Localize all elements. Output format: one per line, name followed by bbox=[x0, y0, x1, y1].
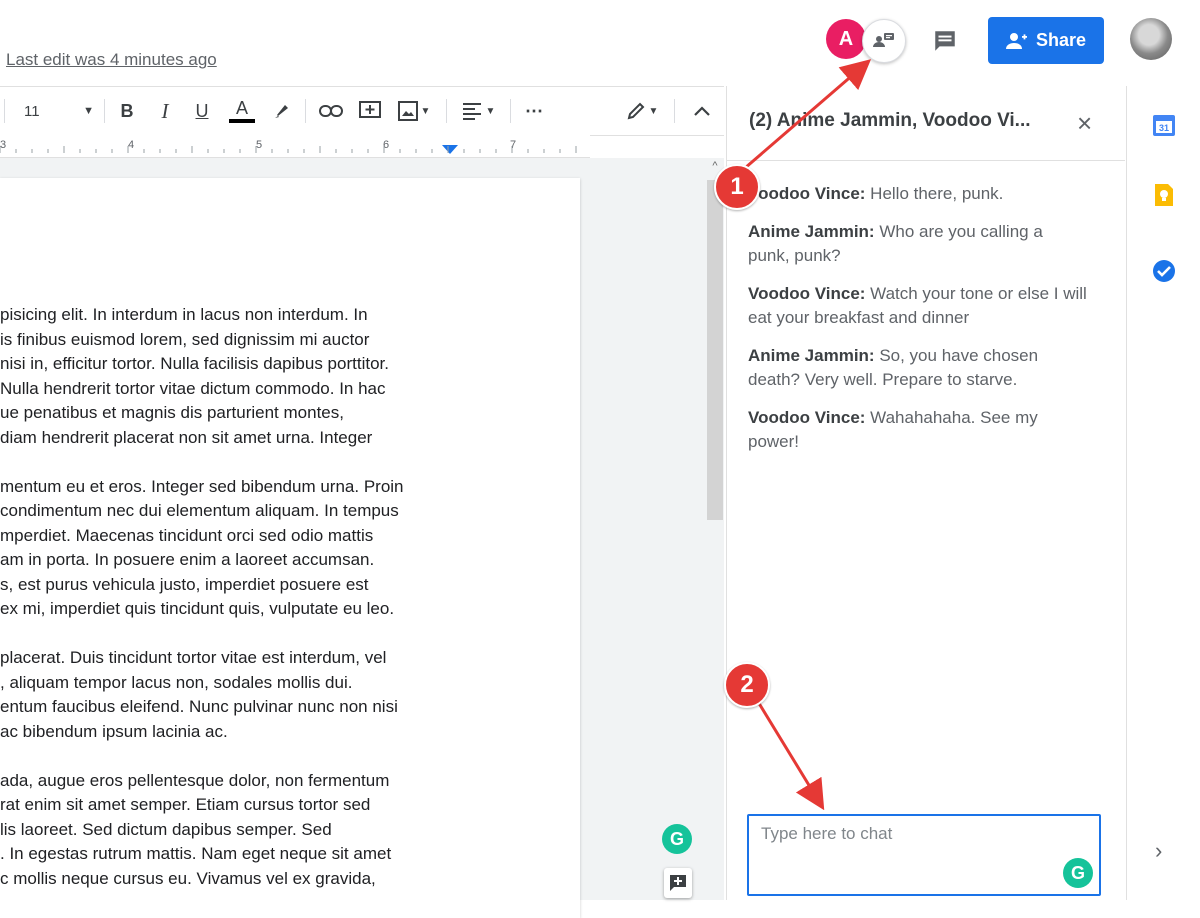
toolbar-divider bbox=[674, 99, 675, 123]
chat-message: Voodoo Vince: Hello there, punk. bbox=[748, 182, 1088, 206]
document-line: condimentum nec dui elementum aliquam. I… bbox=[0, 501, 399, 520]
add-comment-button[interactable] bbox=[664, 868, 692, 898]
document-line: am in porta. In posuere enim a laoreet a… bbox=[0, 550, 375, 569]
document-canvas[interactable]: pisicing elit. In interdum in lacus non … bbox=[0, 158, 706, 918]
chat-toggle-button[interactable] bbox=[862, 19, 906, 63]
align-icon[interactable]: ▼ bbox=[458, 87, 500, 135]
document-line: ex mi, imperdiet quis tincidunt quis, vu… bbox=[0, 599, 395, 618]
message-author: Anime Jammin: bbox=[748, 222, 875, 241]
document-line: is finibus euismod lorem, sed dignissim … bbox=[0, 329, 370, 349]
document-page[interactable]: pisicing elit. In interdum in lacus non … bbox=[0, 178, 580, 918]
chat-header: (2) Anime Jammin, Voodoo Vi... × bbox=[727, 86, 1125, 161]
message-author: Voodoo Vince: bbox=[748, 184, 866, 203]
document-line: ac bibendum ipsum lacinia ac. bbox=[0, 721, 228, 741]
font-size-select[interactable]: 11 ▼ bbox=[18, 87, 94, 135]
toolbar-divider bbox=[4, 99, 5, 123]
account-avatar[interactable] bbox=[1130, 18, 1172, 60]
chat-input[interactable] bbox=[747, 814, 1101, 896]
ruler-ticks bbox=[0, 146, 577, 153]
more-icon[interactable]: ⋯ bbox=[520, 87, 548, 135]
document-line: nisi in, efficitur tortor. Nulla facilis… bbox=[0, 354, 389, 373]
add-comment-icon bbox=[670, 875, 686, 891]
document-line: lis laoreet. Sed dictum dapibus semper. … bbox=[0, 819, 332, 839]
document-line: ada, augue eros pellentesque dolor, non … bbox=[0, 770, 390, 790]
close-icon[interactable]: × bbox=[1077, 108, 1092, 139]
ruler[interactable]: 3 4 5 6 7 bbox=[0, 135, 590, 158]
font-size-value: 11 bbox=[24, 102, 40, 120]
chat-message: Anime Jammin: Who are you calling a punk… bbox=[748, 220, 1088, 268]
document-line: . In egestas rutrum mattis. Nam eget neq… bbox=[0, 844, 392, 863]
grammarly-icon[interactable]: G bbox=[1063, 858, 1093, 888]
chat-message: Anime Jammin: So, you have chosen death?… bbox=[748, 344, 1088, 392]
annotation-badge-1: 1 bbox=[714, 164, 760, 210]
toolbar-divider bbox=[104, 99, 105, 123]
document-line: , aliquam tempor lacus non, sodales moll… bbox=[0, 672, 353, 692]
document-line: s, est purus vehicula justo, imperdiet p… bbox=[0, 574, 369, 594]
tasks-icon[interactable] bbox=[1151, 258, 1177, 284]
share-button[interactable]: Share bbox=[988, 17, 1104, 64]
chat-panel: (2) Anime Jammin, Voodoo Vi... × Voodoo … bbox=[726, 86, 1125, 900]
document-body[interactable]: pisicing elit. In interdum in lacus non … bbox=[0, 303, 580, 891]
document-line: placerat. Duis tincidunt tortor vitae es… bbox=[0, 648, 387, 667]
message-author: Voodoo Vince: bbox=[748, 284, 866, 303]
toolbar-divider bbox=[446, 99, 447, 123]
comment-history-icon bbox=[935, 31, 955, 51]
last-edit-link[interactable]: Last edit was 4 minutes ago bbox=[6, 50, 217, 70]
message-text: Hello there, punk. bbox=[865, 184, 1004, 203]
comments-button[interactable] bbox=[928, 24, 962, 58]
scrollbar-thumb[interactable] bbox=[707, 180, 723, 520]
annotation-badge-2: 2 bbox=[724, 662, 770, 708]
underline-icon[interactable]: U bbox=[189, 87, 215, 135]
collaborator-avatar[interactable]: A bbox=[826, 19, 866, 59]
calendar-icon[interactable]: 31 bbox=[1151, 112, 1177, 138]
document-line: c mollis neque cursus eu. Vivamus vel ex… bbox=[0, 868, 376, 888]
comment-icon[interactable] bbox=[356, 87, 384, 135]
document-line: rat enim sit amet semper. Etiam cursus t… bbox=[0, 795, 371, 814]
image-icon[interactable]: ▼ bbox=[393, 87, 435, 135]
document-line: diam hendrerit placerat non sit amet urn… bbox=[0, 427, 373, 447]
document-line: pisicing elit. In interdum in lacus non … bbox=[0, 305, 368, 324]
document-line: Nulla hendrerit tortor vitae dictum comm… bbox=[0, 378, 386, 398]
side-panel: 31 › bbox=[1126, 86, 1200, 900]
toolbar-divider bbox=[305, 99, 306, 123]
formatting-toolbar: 11 ▼ B I U A ▼ ▼ ⋯ ▼ bbox=[0, 86, 724, 136]
italic-icon[interactable]: I bbox=[152, 87, 178, 135]
expand-side-panel-icon[interactable]: › bbox=[1155, 838, 1162, 864]
top-bar: Last edit was 4 minutes ago A Share bbox=[0, 0, 1200, 84]
chat-title: (2) Anime Jammin, Voodoo Vi... bbox=[749, 110, 1031, 131]
document-line: mentum eu et eros. Integer sed bibendum … bbox=[0, 476, 404, 496]
chat-messages: Voodoo Vince: Hello there, punk. Anime Ja… bbox=[748, 182, 1088, 468]
edit-mode-icon[interactable]: ▼ bbox=[620, 87, 664, 135]
chat-people-icon bbox=[873, 33, 894, 47]
chat-message: Voodoo Vince: Watch your tone or else I … bbox=[748, 282, 1088, 330]
link-icon[interactable] bbox=[316, 87, 346, 135]
document-line: entum faucibus eleifend. Nunc pulvinar n… bbox=[0, 697, 398, 716]
toolbar-divider bbox=[510, 99, 511, 123]
chat-message: Voodoo Vince: Wahahahaha. See my power! bbox=[748, 406, 1088, 454]
document-line: mperdiet. Maecenas tincidunt orci sed od… bbox=[0, 525, 374, 545]
highlight-icon[interactable] bbox=[268, 87, 296, 135]
message-author: Voodoo Vince: bbox=[748, 408, 866, 427]
document-line: ue penatibus et magnis dis parturient mo… bbox=[0, 403, 344, 422]
share-label: Share bbox=[1035, 30, 1087, 50]
bold-icon[interactable]: B bbox=[114, 87, 140, 135]
chevron-down-icon: ▼ bbox=[83, 105, 94, 117]
text-color-icon[interactable]: A bbox=[227, 87, 257, 135]
message-author: Anime Jammin: bbox=[748, 346, 875, 365]
collapse-icon[interactable] bbox=[688, 87, 716, 135]
grammarly-icon[interactable]: G bbox=[662, 824, 692, 854]
svg-text:31: 31 bbox=[1159, 123, 1169, 133]
person-add-icon bbox=[1005, 32, 1027, 49]
keep-icon[interactable] bbox=[1151, 182, 1177, 208]
